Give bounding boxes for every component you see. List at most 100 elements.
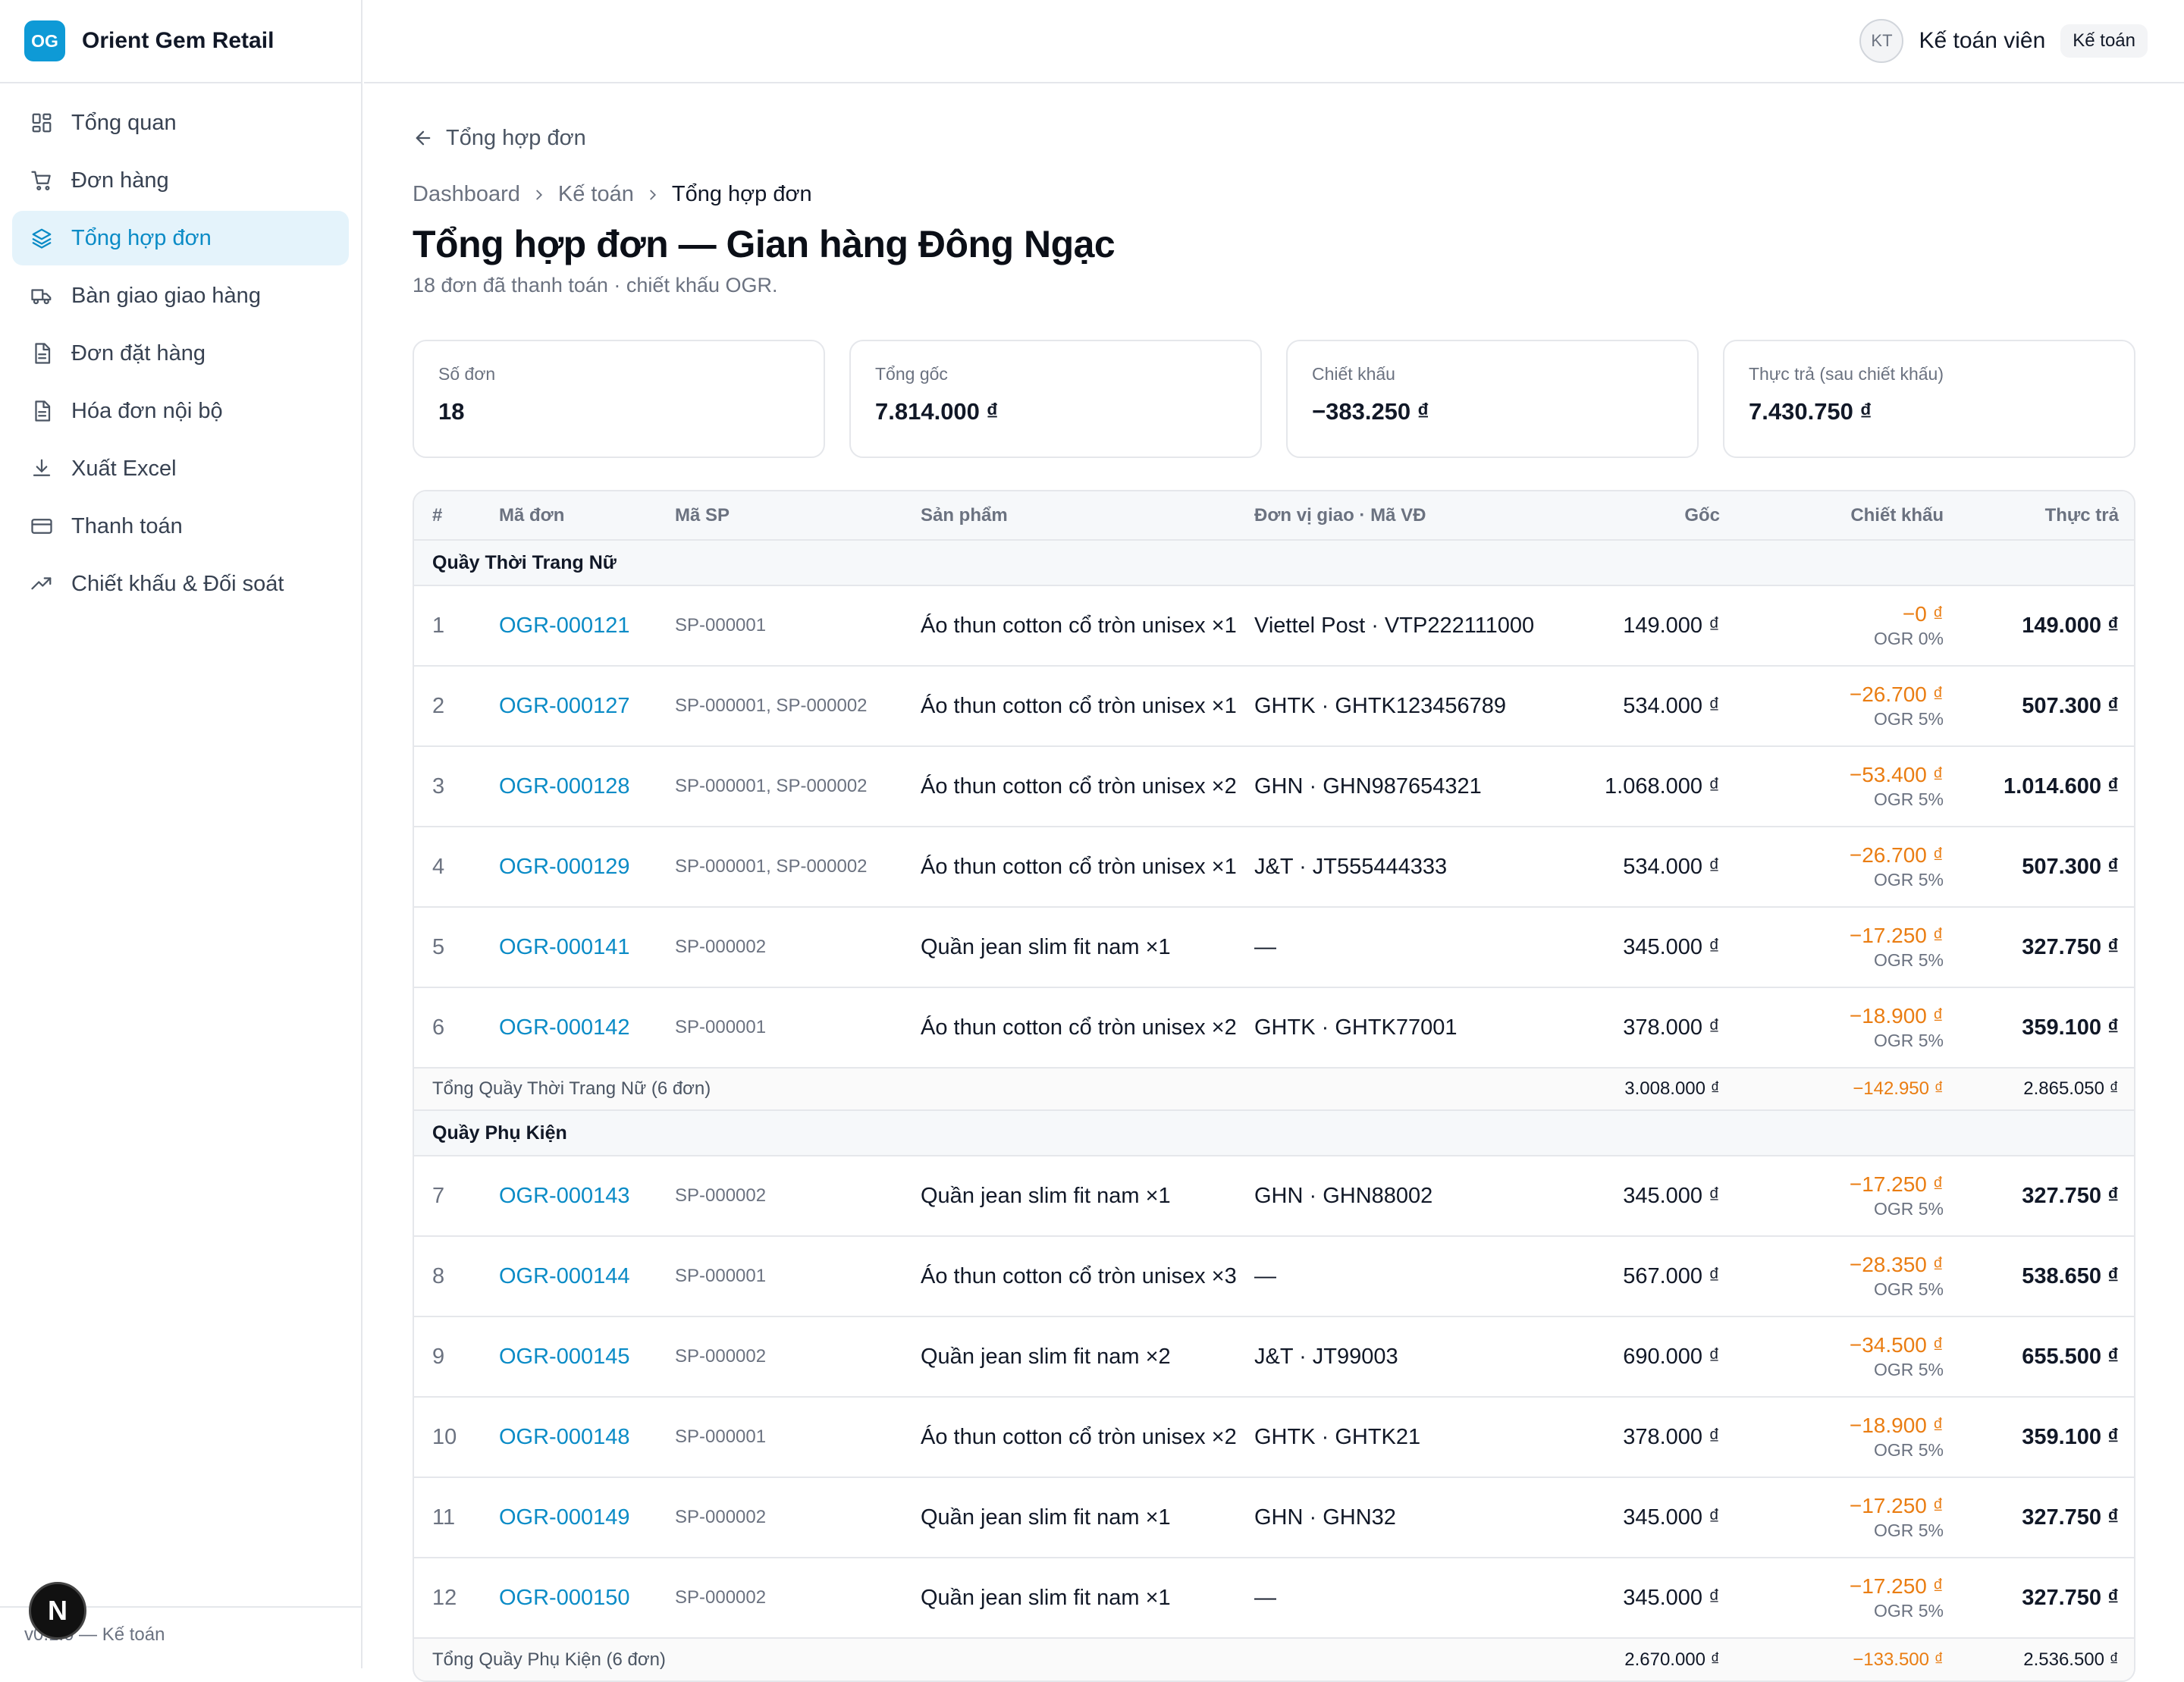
shipping-cell: GHTK · GHTK77001	[1254, 987, 1565, 1068]
discount-amount: −18.900 ₫	[1849, 1004, 1944, 1028]
discount-cell: −26.700 ₫ OGR 5%	[1720, 826, 1944, 907]
col-header-paid[interactable]: Thực trả	[1944, 491, 2134, 540]
sidebar-item-9[interactable]: Chiết khấu & Đối soát	[12, 557, 349, 611]
product-cell: Quần jean slim fit nam ×1	[921, 1476, 1254, 1558]
col-header-product[interactable]: Sản phẩm	[921, 491, 1254, 540]
order-code-link[interactable]: OGR-000142	[499, 987, 675, 1068]
discount-amount: −26.700 ₫	[1849, 843, 1944, 867]
stat-card-thuc-tra: Thực trả (sau chiết khấu) 7.430.750 ₫	[1723, 340, 2135, 458]
table-row[interactable]: 7 OGR-000143 SP-000002 Quần jean slim fit n…	[414, 1155, 2134, 1236]
discount-amount: −17.250 ₫	[1849, 924, 1944, 947]
sidebar-item-8[interactable]: Thanh toán	[12, 499, 349, 554]
paid-amount: 359.100 ₫	[1944, 987, 2134, 1068]
chevron-right-icon	[650, 190, 656, 199]
breadcrumb: Dashboard Kế toán Tổng hợp đơn	[413, 182, 2135, 207]
order-code-link[interactable]: OGR-000121	[499, 585, 675, 666]
col-header-sku[interactable]: Mã SP	[675, 491, 921, 540]
user-name[interactable]: Kế toán viên	[1919, 28, 2045, 54]
brand[interactable]: OG Orient Gem Retail	[0, 0, 361, 83]
table-row[interactable]: 1 OGR-000121 SP-000001 Áo thun cotton cổ tr…	[414, 585, 2134, 666]
back-link[interactable]: Tổng hợp đơn	[413, 123, 2135, 153]
order-code-link[interactable]: OGR-000145	[499, 1316, 675, 1397]
col-header-shipping[interactable]: Đơn vị giao · Mã VĐ	[1254, 491, 1565, 540]
dev-tools-badge[interactable]: N	[29, 1582, 86, 1640]
subtotal-label: Tổng Quầy Phụ Kiện (6 đơn)	[414, 1637, 1565, 1680]
shipping-cell: J&T · JT99003	[1254, 1316, 1565, 1397]
paid-amount: 1.014.600 ₫	[1944, 745, 2134, 827]
discount-cell: −17.250 ₫ OGR 5%	[1720, 1557, 1944, 1638]
order-code-link[interactable]: OGR-000141	[499, 906, 675, 987]
sidebar-item-7[interactable]: Xuất Excel	[12, 441, 349, 496]
col-header-order-code[interactable]: Mã đơn	[499, 491, 675, 540]
stats-row: Số đơn 18 Tổng gốc 7.814.000 ₫ Chiết khấ…	[413, 340, 2135, 458]
table-row[interactable]: 12 OGR-000150 SP-000002 Quần jean slim fit …	[414, 1557, 2134, 1638]
table-row[interactable]: 10 OGR-000148 SP-000001 Áo thun cotton cổ t…	[414, 1396, 2134, 1477]
table-row[interactable]: 8 OGR-000144 SP-000001 Áo thun cotton cổ tr…	[414, 1235, 2134, 1316]
sidebar-item-4[interactable]: Bàn giao giao hàng	[12, 268, 349, 323]
col-header-discount[interactable]: Chiết khấu	[1720, 491, 1944, 540]
group-name: Quầy Phụ Kiện	[414, 1109, 2134, 1156]
order-code-link[interactable]: OGR-000144	[499, 1235, 675, 1316]
discount-rate: OGR 5%	[1873, 950, 1944, 970]
discount-amount: −34.500 ₫	[1849, 1333, 1944, 1357]
product-cell: Quần jean slim fit nam ×2	[921, 1316, 1254, 1397]
subtotal-label: Tổng Quầy Thời Trang Nữ (6 đơn)	[414, 1067, 1565, 1110]
discount-amount: −18.900 ₫	[1849, 1414, 1944, 1437]
original-amount: 534.000 ₫	[1565, 665, 1720, 746]
row-index: 4	[414, 826, 499, 907]
row-index: 5	[414, 906, 499, 987]
sidebar-item-5[interactable]: Đơn đặt hàng	[12, 326, 349, 381]
order-code-link[interactable]: OGR-000127	[499, 665, 675, 746]
stat-card-chiet-khau: Chiết khấu −383.250 ₫	[1286, 340, 1699, 458]
sidebar: OG Orient Gem Retail Tổng quan Đơn hàng Tổ…	[0, 0, 362, 1668]
discount-cell: −0 ₫ OGR 0%	[1720, 585, 1944, 666]
row-index: 1	[414, 585, 499, 666]
breadcrumb-dashboard[interactable]: Dashboard	[413, 182, 520, 207]
order-code-link[interactable]: OGR-000143	[499, 1155, 675, 1236]
row-index: 7	[414, 1155, 499, 1236]
group-header-row: Quầy Phụ Kiện	[414, 1109, 2134, 1156]
sidebar-item-1[interactable]: Tổng quan	[12, 96, 349, 150]
avatar[interactable]: KT	[1859, 19, 1904, 63]
table-row[interactable]: 9 OGR-000145 SP-000002 Quần jean slim fit n…	[414, 1316, 2134, 1397]
table-row[interactable]: 5 OGR-000141 SP-000002 Quần jean slim fit n…	[414, 906, 2134, 987]
chevron-right-icon	[536, 190, 542, 199]
table-row[interactable]: 4 OGR-000129 SP-000001, SP-000002 Áo thun c…	[414, 826, 2134, 907]
breadcrumb-ke-toan[interactable]: Kế toán	[558, 182, 634, 207]
product-cell: Áo thun cotton cổ tròn unisex ×1	[921, 585, 1254, 666]
sku-cell: SP-000002	[675, 1316, 921, 1397]
discount-cell: −28.350 ₫ OGR 5%	[1720, 1235, 1944, 1316]
row-index: 11	[414, 1476, 499, 1558]
table-header-row: # Mã đơn Mã SP Sản phẩm Đơn vị giao · Mã…	[414, 491, 2134, 540]
discount-cell: −53.400 ₫ OGR 5%	[1720, 745, 1944, 827]
col-header-original[interactable]: Gốc	[1565, 491, 1720, 540]
dashboard-icon	[30, 111, 53, 134]
original-amount: 567.000 ₫	[1565, 1235, 1720, 1316]
back-link-label: Tổng hợp đơn	[446, 125, 586, 150]
discount-amount: −17.250 ₫	[1849, 1574, 1944, 1598]
original-amount: 345.000 ₫	[1565, 1557, 1720, 1638]
row-index: 9	[414, 1316, 499, 1397]
table-row[interactable]: 6 OGR-000142 SP-000001 Áo thun cotton cổ tr…	[414, 987, 2134, 1068]
subtotal-discount: −133.500 ₫	[1720, 1637, 1944, 1680]
order-code-link[interactable]: OGR-000149	[499, 1476, 675, 1558]
sku-cell: SP-000001	[675, 585, 921, 666]
sidebar-item-2[interactable]: Đơn hàng	[12, 153, 349, 208]
order-code-link[interactable]: OGR-000128	[499, 745, 675, 827]
sidebar-item-3[interactable]: Tổng hợp đơn	[12, 211, 349, 265]
order-code-link[interactable]: OGR-000150	[499, 1557, 675, 1638]
table-row[interactable]: 2 OGR-000127 SP-000001, SP-000002 Áo thun c…	[414, 665, 2134, 746]
order-code-link[interactable]: OGR-000148	[499, 1396, 675, 1477]
stat-card-tong-goc: Tổng gốc 7.814.000 ₫	[849, 340, 1262, 458]
document-icon	[30, 400, 53, 422]
table-row[interactable]: 3 OGR-000128 SP-000001, SP-000002 Áo thun c…	[414, 745, 2134, 827]
sidebar-item-6[interactable]: Hóa đơn nội bộ	[12, 384, 349, 438]
discount-amount: −17.250 ₫	[1849, 1172, 1944, 1196]
order-code-link[interactable]: OGR-000129	[499, 826, 675, 907]
discount-amount: −0 ₫	[1902, 602, 1944, 626]
table-row[interactable]: 11 OGR-000149 SP-000002 Quần jean slim fit …	[414, 1476, 2134, 1558]
discount-rate: OGR 5%	[1873, 1279, 1944, 1299]
sidebar-item-label: Hóa đơn nội bộ	[71, 398, 223, 423]
sku-cell: SP-000002	[675, 1557, 921, 1638]
shipping-cell: GHN · GHN88002	[1254, 1155, 1565, 1236]
